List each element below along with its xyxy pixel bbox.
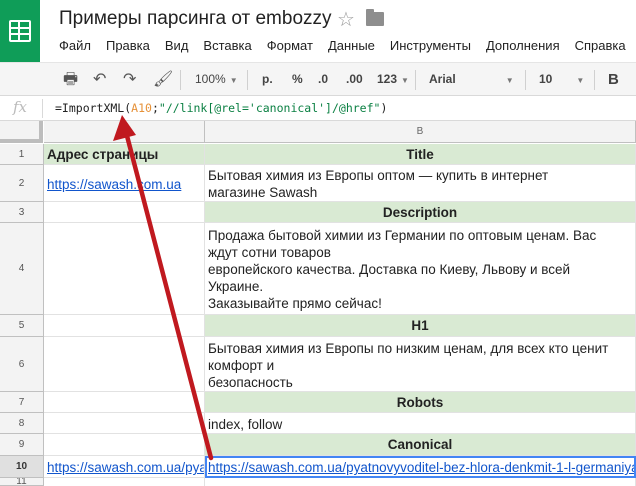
cell-b5[interactable]: H1 <box>205 315 636 337</box>
select-all-corner[interactable] <box>0 121 43 143</box>
more-formats-select[interactable]: 123 ▼ <box>377 63 409 96</box>
row-header-2[interactable]: 2 <box>0 165 44 202</box>
cell-b6-line: Бытовая химия из Европы по низким ценам,… <box>208 341 609 356</box>
cell-b2-line: магазине Sawash <box>208 185 318 200</box>
currency-format-button[interactable]: р. <box>262 63 273 96</box>
document-title[interactable]: Примеры парсинга от embozzy <box>59 8 332 30</box>
cell-b6-line: комфорт и <box>208 358 275 373</box>
cell-a3[interactable] <box>44 202 205 223</box>
menu-insert[interactable]: Вставка <box>203 38 251 56</box>
cell-b4-line: европейского качества. Доставка по Киеву… <box>208 262 571 277</box>
cell-b6[interactable]: Бытовая химия из Европы по низким ценам,… <box>205 337 636 392</box>
cell-b11[interactable] <box>205 478 636 486</box>
formula-input[interactable]: =ImportXML(A10;"//link[@rel='canonical']… <box>55 101 387 115</box>
menu-view[interactable]: Вид <box>165 38 189 56</box>
row-header-7[interactable]: 7 <box>0 392 44 413</box>
menu-data[interactable]: Данные <box>328 38 375 56</box>
cell-b8[interactable]: index, follow <box>205 413 636 434</box>
cell-a8[interactable] <box>44 413 205 434</box>
undo-icon[interactable]: ↶ <box>93 63 106 96</box>
font-select[interactable]: Arial ▼ <box>429 63 514 96</box>
row-header-11[interactable]: 11 <box>0 478 44 486</box>
row-header-6[interactable]: 6 <box>0 337 44 392</box>
star-icon[interactable]: ☆ <box>337 7 355 32</box>
redo-icon[interactable]: ↷ <box>123 63 136 96</box>
cell-b1[interactable]: Title <box>205 144 636 165</box>
menu-edit[interactable]: Правка <box>106 38 150 56</box>
cell-a4[interactable] <box>44 223 205 315</box>
cell-b7[interactable]: Robots <box>205 392 636 413</box>
menu-file[interactable]: Файл <box>59 38 91 56</box>
sheets-logo-icon[interactable] <box>0 0 40 62</box>
formula-bar: fx =ImportXML(A10;"//link[@rel='canonica… <box>0 96 636 121</box>
percent-format-button[interactable]: % <box>292 63 303 96</box>
increase-decimals-button[interactable]: .00 <box>346 63 363 96</box>
cell-b3[interactable]: Description <box>205 202 636 223</box>
cell-b4[interactable]: Продажа бытовой химии из Германии по опт… <box>205 223 636 315</box>
folder-icon[interactable] <box>366 9 384 26</box>
cell-b10[interactable]: https://sawash.com.ua/pyatnovyvoditel-be… <box>205 456 636 478</box>
cell-a11[interactable] <box>44 478 205 486</box>
menu-bar: Файл Правка Вид Вставка Формат Данные Ин… <box>59 38 636 56</box>
cell-b9[interactable]: Canonical <box>205 434 636 456</box>
cell-b4-line: Продажа бытовой химии из Германии по опт… <box>208 228 597 243</box>
toolbar: 🖶 ↶ ↷ 🖌 100% ▼ р. % .0 .00 123 ▼ Arial ▼ 10… <box>0 62 636 96</box>
row-header-10[interactable]: 10 <box>0 456 44 478</box>
row-header-4[interactable]: 4 <box>0 223 44 315</box>
decrease-decimals-button[interactable]: .0 <box>318 63 328 96</box>
cell-b4-line: Заказывайте прямо сейчас! <box>208 296 382 311</box>
cell-a7[interactable] <box>44 392 205 413</box>
cell-a10[interactable]: https://sawash.com.ua/pyat <box>44 456 205 478</box>
cell-b4-line: ждут сотни товаров <box>208 245 331 260</box>
cell-a5[interactable] <box>44 315 205 337</box>
cell-a9[interactable] <box>44 434 205 456</box>
cell-a2[interactable]: https://sawash.com.ua <box>44 165 205 202</box>
cell-b2[interactable]: Бытовая химия из Европы оптом — купить в… <box>205 165 636 202</box>
cell-b4-line: Украине. <box>208 279 264 294</box>
row-header-8[interactable]: 8 <box>0 413 44 434</box>
row-header-1[interactable]: 1 <box>0 144 44 165</box>
bold-button[interactable]: B <box>608 63 619 96</box>
menu-tools[interactable]: Инструменты <box>390 38 471 56</box>
paint-format-icon[interactable]: 🖌 <box>153 63 173 96</box>
fx-icon: fx <box>13 98 28 116</box>
print-icon[interactable]: 🖶 <box>63 63 78 96</box>
cell-a6[interactable] <box>44 337 205 392</box>
menu-addons[interactable]: Дополнения <box>486 38 560 56</box>
zoom-select[interactable]: 100% ▼ <box>195 63 238 96</box>
spreadsheet-grid: B 1 2 3 4 5 6 7 8 9 10 11 Адрес страницы… <box>0 121 636 486</box>
row-header-9[interactable]: 9 <box>0 434 44 456</box>
app-header: Примеры парсинга от embozzy ☆ Файл Правк… <box>0 0 636 62</box>
cell-a1[interactable]: Адрес страницы <box>44 144 205 165</box>
row-header-5[interactable]: 5 <box>0 315 44 337</box>
cell-b2-line: Бытовая химия из Европы оптом — купить в… <box>208 168 549 183</box>
font-size-select[interactable]: 10 ▼ <box>539 63 584 96</box>
menu-help[interactable]: Справка <box>575 38 626 56</box>
cell-b6-line: безопасность <box>208 375 293 390</box>
menu-format[interactable]: Формат <box>267 38 313 56</box>
column-header-a[interactable] <box>44 121 205 143</box>
row-header-3[interactable]: 3 <box>0 202 44 223</box>
column-header-b[interactable]: B <box>205 121 636 143</box>
